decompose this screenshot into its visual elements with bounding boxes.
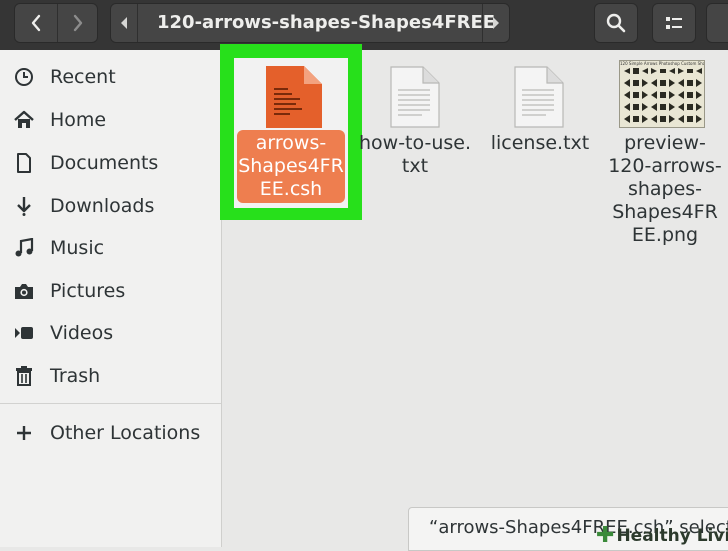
view-options-button[interactable] (652, 3, 696, 43)
csh-file-icon (266, 66, 322, 128)
navigation-buttons (14, 3, 98, 43)
sidebar-item-other-locations[interactable]: Other Locations (0, 412, 221, 454)
file-item[interactable]: license.txt (482, 130, 598, 156)
chevron-right-icon (73, 14, 83, 32)
clock-icon (13, 66, 35, 88)
header-bar: 120-arrows-shapes-Shapes4FREE (0, 0, 728, 50)
triangle-left-icon (121, 17, 127, 29)
text-file-icon (514, 66, 564, 128)
sidebar-item-home[interactable]: Home (0, 99, 221, 141)
sidebar-item-label: Videos (50, 322, 114, 344)
plus-icon: ✚ (596, 523, 615, 548)
search-icon (606, 13, 626, 33)
sidebar-item-label: Trash (50, 365, 101, 387)
text-file-icon (390, 66, 440, 128)
list-view-icon (666, 17, 682, 29)
document-icon (13, 152, 35, 174)
sidebar-item-pictures[interactable]: Pictures (0, 270, 221, 312)
image-thumbnail: 120 Simple Arrows Photoshop Custom Shape… (619, 60, 705, 128)
sidebar-item-label: Recent (50, 66, 116, 88)
file-name: license.txt (490, 132, 590, 154)
plus-icon (13, 422, 35, 444)
sidebar-item-label: Music (50, 237, 105, 259)
sidebar-item-label: Documents (50, 152, 159, 174)
file-item[interactable]: how-to-use. txt (356, 130, 474, 178)
arrow-shapes-preview (624, 68, 702, 123)
sidebar-item-downloads[interactable]: Downloads (0, 185, 221, 227)
home-icon (13, 109, 35, 131)
back-button[interactable] (15, 4, 58, 42)
path-scroll-left-button[interactable] (111, 4, 138, 42)
search-button[interactable] (594, 3, 638, 43)
sidebar-item-trash[interactable]: Trash (0, 355, 221, 397)
watermark: ✚ Healthy Living (596, 523, 728, 548)
file-item[interactable]: preview- 120-arrows- shapes- Shapes4FR E… (604, 130, 726, 248)
triangle-right-icon (493, 17, 499, 29)
trash-icon (13, 365, 35, 387)
sidebar-separator (0, 403, 221, 404)
sidebar-item-label: Home (50, 109, 107, 131)
chevron-left-icon (31, 14, 41, 32)
path-bar: 120-arrows-shapes-Shapes4FREE (110, 3, 510, 43)
download-icon (13, 195, 35, 217)
watermark-text: Healthy Living (616, 526, 728, 546)
sidebar-item-label: Downloads (50, 195, 155, 217)
menu-button[interactable] (706, 3, 728, 43)
sidebar-item-music[interactable]: Music (0, 227, 221, 269)
sidebar-item-recent[interactable]: Recent (0, 56, 221, 98)
path-crumb-current-folder[interactable]: 120-arrows-shapes-Shapes4FREE (157, 4, 495, 42)
music-icon (13, 237, 35, 259)
sidebar-item-videos[interactable]: Videos (0, 312, 221, 354)
sidebar-item-documents[interactable]: Documents (0, 142, 221, 184)
camera-icon (13, 280, 35, 302)
forward-button[interactable] (57, 4, 99, 42)
file-name: how-to-use. txt (358, 132, 471, 177)
sidebar-item-label: Other Locations (50, 422, 201, 444)
file-name: preview- 120-arrows- shapes- Shapes4FR E… (608, 132, 722, 246)
video-icon (13, 322, 35, 344)
sidebar-item-label: Pictures (50, 280, 126, 302)
path-scroll-right-button[interactable] (482, 4, 509, 42)
sidebar: Recent Home Documents Downloads Music Pi… (0, 50, 222, 547)
file-name-selected[interactable]: arrows- Shapes4FR EE.csh (237, 130, 345, 203)
